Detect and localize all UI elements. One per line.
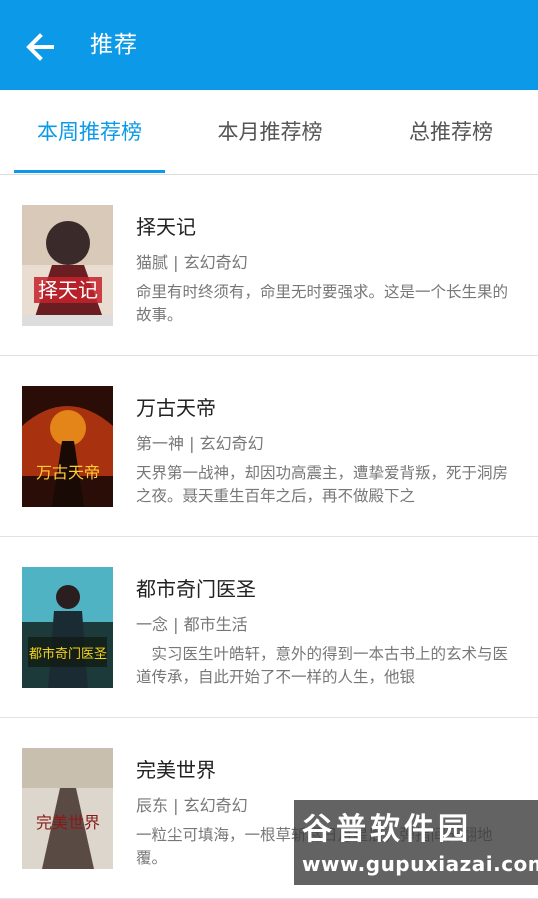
book-cover: 都市奇门医圣 [22, 567, 113, 688]
page-title: 推荐 [90, 32, 138, 58]
book-list: 择天记 择天记 猫腻 | 玄幻奇幻 命里有时终须有，命里无时要强求。这是一个长生… [0, 175, 538, 899]
book-description: 命里有时终须有，命里无时要强求。这是一个长生果的故事。 [136, 283, 509, 324]
tab-weekly[interactable]: 本周推荐榜 [14, 90, 165, 174]
tab-bar: 本周推荐榜 本月推荐榜 总推荐榜 [0, 90, 538, 175]
book-author-category: 第一神 | 玄幻奇幻 [136, 434, 264, 453]
cover-title: 完美世界 [36, 813, 100, 832]
book-title: 万古天帝 [136, 396, 216, 420]
book-title: 完美世界 [136, 758, 216, 782]
book-cover: 择天记 [22, 205, 113, 326]
book-row-1[interactable]: 择天记 择天记 猫腻 | 玄幻奇幻 命里有时终须有，命里无时要强求。这是一个长生… [0, 175, 538, 356]
book-row-2[interactable]: 万古天帝 万古天帝 第一神 | 玄幻奇幻 天界第一战神，却因功高震主，遭挚爱背叛… [0, 356, 538, 537]
book-author-category: 一念 | 都市生活 [136, 615, 248, 634]
watermark-url: www.gupuxiazai.com [302, 852, 538, 876]
cover-title: 都市奇门医圣 [29, 646, 107, 662]
tab-monthly[interactable]: 本月推荐榜 [190, 90, 350, 174]
book-title: 都市奇门医圣 [136, 577, 256, 601]
book-author-category: 辰东 | 玄幻奇幻 [136, 796, 248, 815]
arrow-left-icon [26, 33, 54, 61]
watermark-brand: 谷普软件园 [302, 812, 472, 847]
book-title: 择天记 [136, 215, 196, 239]
book-cover: 完美世界 [22, 748, 113, 869]
book-cover: 万古天帝 [22, 386, 113, 507]
book-description: 实习医生叶皓轩，意外的得到一本古书上的玄术与医道传承，自此开始了不一样的人生，他… [136, 645, 509, 686]
back-button[interactable] [22, 27, 62, 67]
tab-indicator [14, 170, 165, 173]
cover-title: 万古天帝 [36, 463, 100, 482]
tab-total[interactable]: 总推荐榜 [375, 90, 527, 174]
watermark-overlay: 谷普软件园 www.gupuxiazai.com [294, 800, 538, 885]
cover-title: 择天记 [38, 278, 98, 302]
book-description: 天界第一战神，却因功高震主，遭挚爱背叛，死于洞房之夜。聂天重生百年之后，再不做殿… [136, 464, 509, 505]
book-author-category: 猫腻 | 玄幻奇幻 [136, 253, 248, 272]
app-bar: 推荐 [0, 0, 538, 90]
book-row-3[interactable]: 都市奇门医圣 都市奇门医圣 一念 | 都市生活 实习医生叶皓轩，意外的得到一本古… [0, 537, 538, 718]
